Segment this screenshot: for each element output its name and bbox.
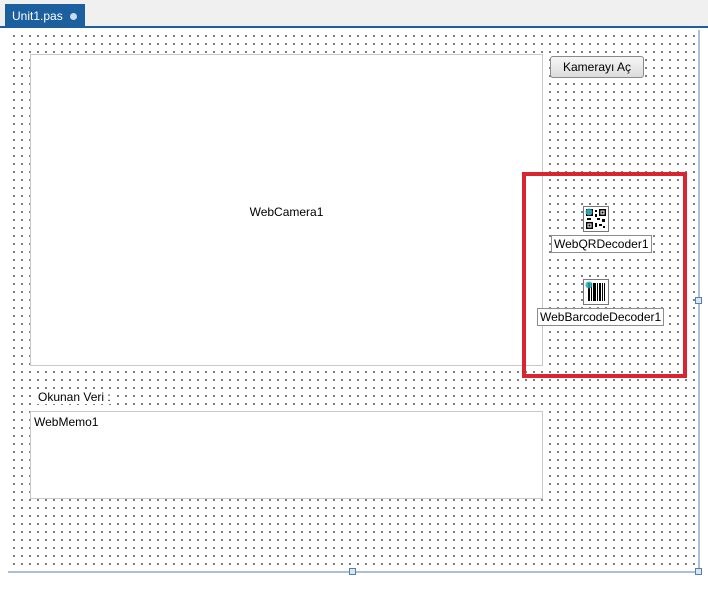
barcode-decoder-label[interactable]: WebBarcodeDecoder1 (537, 308, 665, 326)
qr-decoder-label[interactable]: WebQRDecoder1 (551, 235, 652, 253)
tab-label: Unit1.pas (12, 9, 63, 23)
webmemo-component[interactable]: WebMemo1 (30, 411, 543, 499)
tab-strip: Unit1.pas (0, 0, 708, 28)
resize-handle-bottom[interactable] (349, 568, 356, 575)
webcamera-label: WebCamera1 (249, 205, 324, 219)
qr-code-icon[interactable] (583, 206, 609, 232)
read-data-label[interactable]: Okunan Veri : (34, 390, 115, 404)
webcamera-component[interactable]: WebCamera1 (30, 54, 543, 366)
highlight-box (522, 172, 687, 378)
webmemo-label: WebMemo1 (34, 415, 99, 429)
resize-handle-corner[interactable] (695, 568, 702, 575)
open-camera-button[interactable]: Kamerayı Aç (550, 56, 644, 78)
modified-dot-icon (70, 13, 77, 20)
barcode-icon[interactable] (583, 279, 609, 305)
resize-handle-right[interactable] (695, 297, 702, 304)
tab-unit1[interactable]: Unit1.pas (5, 4, 85, 28)
